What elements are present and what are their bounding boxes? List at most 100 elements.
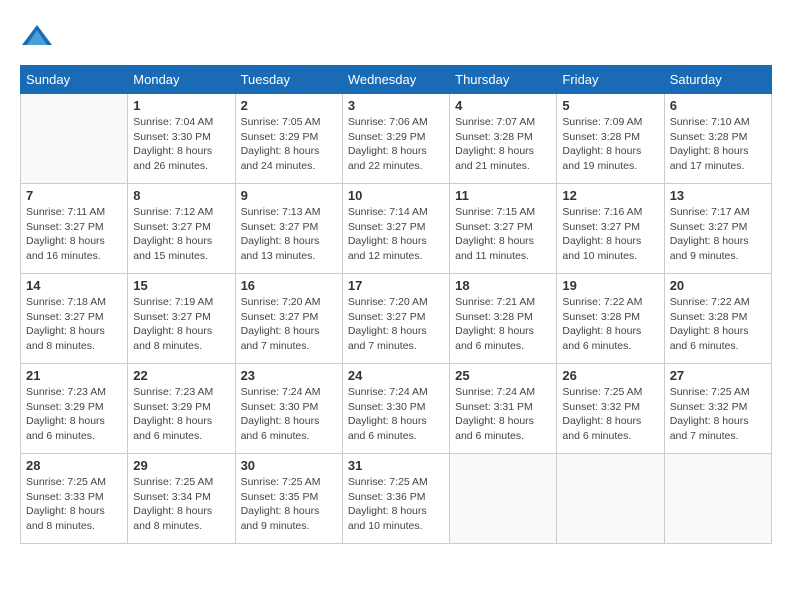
day-detail: Sunrise: 7:25 AM Sunset: 3:32 PM Dayligh… (670, 385, 766, 444)
calendar-table: SundayMondayTuesdayWednesdayThursdayFrid… (20, 65, 772, 544)
day-number: 14 (26, 278, 122, 293)
day-detail: Sunrise: 7:11 AM Sunset: 3:27 PM Dayligh… (26, 205, 122, 264)
calendar-cell: 27Sunrise: 7:25 AM Sunset: 3:32 PM Dayli… (664, 364, 771, 454)
calendar-cell: 28 Sunrise: 7:25 AM Sunset: 3:33 PM Dayli… (21, 454, 128, 544)
day-detail: Sunrise: 7:18 AM Sunset: 3:27 PM Dayligh… (26, 295, 122, 354)
day-detail: Sunrise: 7:13 AM Sunset: 3:27 PM Dayligh… (241, 205, 337, 264)
calendar-cell: 9 Sunrise: 7:13 AM Sunset: 3:27 PM Daylig… (235, 184, 342, 274)
day-number: 9 (241, 188, 337, 203)
calendar-cell: 1 Sunrise: 7:04 AM Sunset: 3:30 PM Daylig… (128, 94, 235, 184)
logo (20, 20, 52, 55)
day-detail: Sunrise: 7:24 AM Sunset: 3:31 PM Dayligh… (455, 385, 551, 444)
calendar-day-header: Thursday (450, 66, 557, 94)
day-number: 23 (241, 368, 337, 383)
day-number: 11 (455, 188, 551, 203)
day-detail: Sunrise: 7:09 AM Sunset: 3:28 PM Dayligh… (562, 115, 658, 174)
day-number: 10 (348, 188, 444, 203)
calendar-cell: 6 Sunrise: 7:10 AM Sunset: 3:28 PM Daylig… (664, 94, 771, 184)
day-number: 17 (348, 278, 444, 293)
day-detail: Sunrise: 7:07 AM Sunset: 3:28 PM Dayligh… (455, 115, 551, 174)
calendar-cell: 26 Sunrise: 7:25 AM Sunset: 3:32 PM Dayli… (557, 364, 664, 454)
day-detail: Sunrise: 7:20 AM Sunset: 3:27 PM Dayligh… (241, 295, 337, 354)
calendar-week-row: 28 Sunrise: 7:25 AM Sunset: 3:33 PM Dayli… (21, 454, 772, 544)
day-detail: Sunrise: 7:06 AM Sunset: 3:29 PM Dayligh… (348, 115, 444, 174)
day-number: 29 (133, 458, 229, 473)
day-number: 5 (562, 98, 658, 113)
day-number: 28 (26, 458, 122, 473)
calendar-cell: 8 Sunrise: 7:12 AM Sunset: 3:27 PM Daylig… (128, 184, 235, 274)
calendar-cell: 24 Sunrise: 7:24 AM Sunset: 3:30 PM Dayli… (342, 364, 449, 454)
day-detail: Sunrise: 7:24 AM Sunset: 3:30 PM Dayligh… (348, 385, 444, 444)
calendar-cell: 21 Sunrise: 7:23 AM Sunset: 3:29 PM Dayli… (21, 364, 128, 454)
calendar-cell: 15 Sunrise: 7:19 AM Sunset: 3:27 PM Dayli… (128, 274, 235, 364)
day-detail: Sunrise: 7:12 AM Sunset: 3:27 PM Dayligh… (133, 205, 229, 264)
day-detail: Sunrise: 7:21 AM Sunset: 3:28 PM Dayligh… (455, 295, 551, 354)
day-detail: Sunrise: 7:25 AM Sunset: 3:33 PM Dayligh… (26, 475, 122, 534)
calendar-cell: 18 Sunrise: 7:21 AM Sunset: 3:28 PM Dayli… (450, 274, 557, 364)
day-number: 25 (455, 368, 551, 383)
day-detail: Sunrise: 7:22 AM Sunset: 3:28 PM Dayligh… (562, 295, 658, 354)
day-detail: Sunrise: 7:14 AM Sunset: 3:27 PM Dayligh… (348, 205, 444, 264)
day-number: 1 (133, 98, 229, 113)
day-number: 2 (241, 98, 337, 113)
day-number: 26 (562, 368, 658, 383)
day-detail: Sunrise: 7:10 AM Sunset: 3:28 PM Dayligh… (670, 115, 766, 174)
calendar-cell: 5 Sunrise: 7:09 AM Sunset: 3:28 PM Daylig… (557, 94, 664, 184)
calendar-cell: 23 Sunrise: 7:24 AM Sunset: 3:30 PM Dayli… (235, 364, 342, 454)
day-detail: Sunrise: 7:16 AM Sunset: 3:27 PM Dayligh… (562, 205, 658, 264)
day-number: 20 (670, 278, 766, 293)
calendar-cell: 16 Sunrise: 7:20 AM Sunset: 3:27 PM Dayli… (235, 274, 342, 364)
day-number: 13 (670, 188, 766, 203)
calendar-cell: 11 Sunrise: 7:15 AM Sunset: 3:27 PM Dayli… (450, 184, 557, 274)
day-detail: Sunrise: 7:20 AM Sunset: 3:27 PM Dayligh… (348, 295, 444, 354)
day-detail: Sunrise: 7:23 AM Sunset: 3:29 PM Dayligh… (26, 385, 122, 444)
day-detail: Sunrise: 7:15 AM Sunset: 3:27 PM Dayligh… (455, 205, 551, 264)
day-number: 30 (241, 458, 337, 473)
calendar-cell: 17 Sunrise: 7:20 AM Sunset: 3:27 PM Dayli… (342, 274, 449, 364)
calendar-cell: 25 Sunrise: 7:24 AM Sunset: 3:31 PM Dayli… (450, 364, 557, 454)
day-detail: Sunrise: 7:25 AM Sunset: 3:32 PM Dayligh… (562, 385, 658, 444)
day-number: 4 (455, 98, 551, 113)
day-number: 16 (241, 278, 337, 293)
calendar-cell (450, 454, 557, 544)
day-detail: Sunrise: 7:05 AM Sunset: 3:29 PM Dayligh… (241, 115, 337, 174)
day-number: 24 (348, 368, 444, 383)
calendar-cell: 20Sunrise: 7:22 AM Sunset: 3:28 PM Dayli… (664, 274, 771, 364)
day-detail: Sunrise: 7:24 AM Sunset: 3:30 PM Dayligh… (241, 385, 337, 444)
calendar-day-header: Wednesday (342, 66, 449, 94)
day-detail: Sunrise: 7:25 AM Sunset: 3:36 PM Dayligh… (348, 475, 444, 534)
calendar-cell: 14 Sunrise: 7:18 AM Sunset: 3:27 PM Dayli… (21, 274, 128, 364)
day-detail: Sunrise: 7:04 AM Sunset: 3:30 PM Dayligh… (133, 115, 229, 174)
day-number: 21 (26, 368, 122, 383)
calendar-cell: 13 Sunrise: 7:17 AM Sunset: 3:27 PM Dayli… (664, 184, 771, 274)
calendar-day-header: Saturday (664, 66, 771, 94)
day-detail: Sunrise: 7:25 AM Sunset: 3:34 PM Dayligh… (133, 475, 229, 534)
day-number: 12 (562, 188, 658, 203)
day-number: 19 (562, 278, 658, 293)
calendar-week-row: 1 Sunrise: 7:04 AM Sunset: 3:30 PM Daylig… (21, 94, 772, 184)
day-detail: Sunrise: 7:17 AM Sunset: 3:27 PM Dayligh… (670, 205, 766, 264)
day-detail: Sunrise: 7:19 AM Sunset: 3:27 PM Dayligh… (133, 295, 229, 354)
calendar-day-header: Sunday (21, 66, 128, 94)
day-number: 18 (455, 278, 551, 293)
calendar-cell: 3 Sunrise: 7:06 AM Sunset: 3:29 PM Daylig… (342, 94, 449, 184)
calendar-cell (21, 94, 128, 184)
day-number: 22 (133, 368, 229, 383)
logo-icon (22, 20, 52, 50)
day-number: 6 (670, 98, 766, 113)
day-detail: Sunrise: 7:25 AM Sunset: 3:35 PM Dayligh… (241, 475, 337, 534)
page-header (20, 20, 772, 55)
day-number: 8 (133, 188, 229, 203)
calendar-cell: 29 Sunrise: 7:25 AM Sunset: 3:34 PM Dayli… (128, 454, 235, 544)
calendar-cell: 2 Sunrise: 7:05 AM Sunset: 3:29 PM Daylig… (235, 94, 342, 184)
calendar-cell: 10 Sunrise: 7:14 AM Sunset: 3:27 PM Dayli… (342, 184, 449, 274)
calendar-day-header: Tuesday (235, 66, 342, 94)
day-number: 15 (133, 278, 229, 293)
calendar-cell: 12 Sunrise: 7:16 AM Sunset: 3:27 PM Dayli… (557, 184, 664, 274)
day-number: 3 (348, 98, 444, 113)
calendar-cell: 19 Sunrise: 7:22 AM Sunset: 3:28 PM Dayli… (557, 274, 664, 364)
calendar-cell (557, 454, 664, 544)
calendar-header-row: SundayMondayTuesdayWednesdayThursdayFrid… (21, 66, 772, 94)
calendar-cell (664, 454, 771, 544)
day-number: 7 (26, 188, 122, 203)
